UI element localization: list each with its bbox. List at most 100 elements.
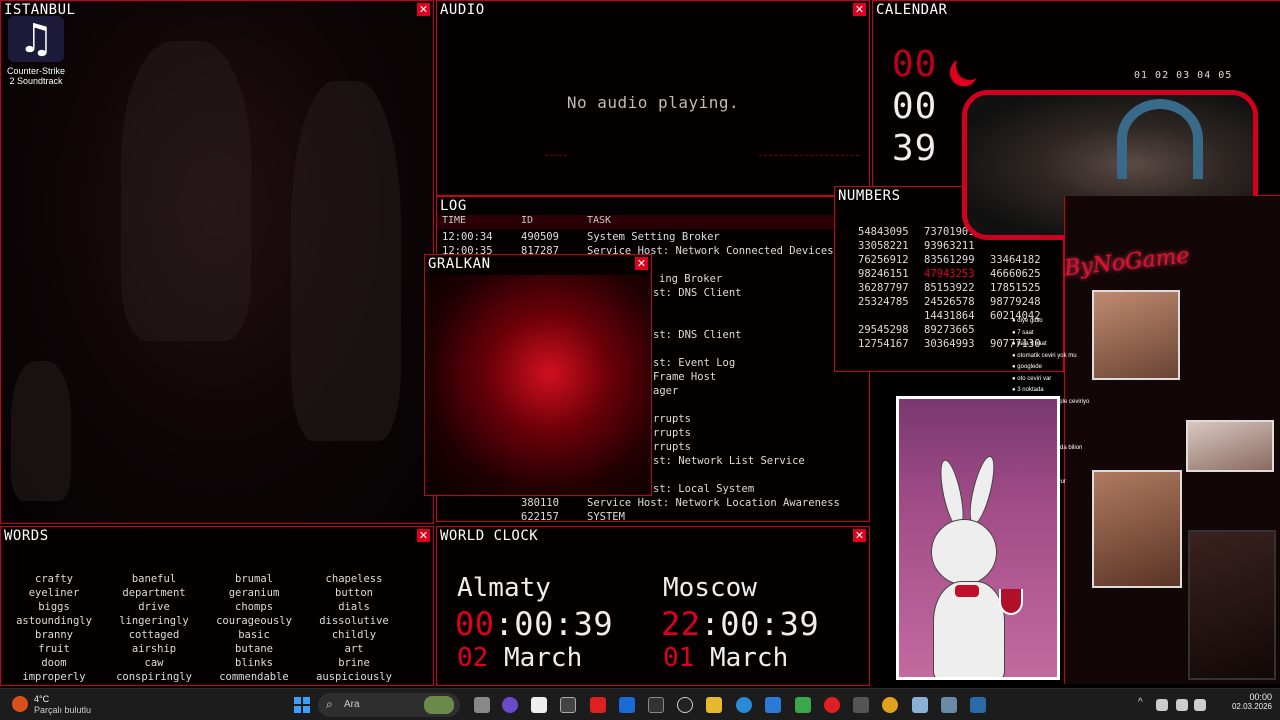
- desktop-shortcut[interactable]: ♫ Counter-Strike 2 Soundtrack: [4, 16, 68, 86]
- weather-temp: 4°C: [34, 694, 50, 704]
- word-item: chomps: [235, 601, 273, 613]
- words-title: WORDS: [4, 528, 49, 544]
- city-hour: 22: [661, 605, 701, 643]
- youtube-icon[interactable]: [590, 697, 606, 713]
- log-time: 12:00:34: [442, 231, 493, 243]
- clock-time: 00:00: [1249, 692, 1272, 702]
- app-icon[interactable]: [853, 697, 869, 713]
- video-figure: [121, 41, 251, 341]
- log-task: Service Host: Network Location Awareness: [587, 497, 840, 509]
- search-placeholder: Ara: [344, 699, 360, 710]
- city-time-rest: :00:39: [700, 605, 820, 643]
- log-task: rrupts: [653, 441, 691, 453]
- app-icon[interactable]: [531, 697, 547, 713]
- tray-app-icon[interactable]: [1156, 699, 1168, 711]
- wine-glass-icon: [999, 589, 1023, 615]
- weather-cloud-icon: [12, 696, 28, 712]
- number-cell: 83561299: [924, 254, 975, 266]
- close-icon[interactable]: ✕: [417, 529, 430, 542]
- app-icon[interactable]: [795, 697, 811, 713]
- calendar-title: CALENDAR: [876, 2, 948, 18]
- close-icon[interactable]: ✕: [635, 257, 648, 270]
- city-month: March: [709, 643, 789, 673]
- word-item: fruit: [38, 643, 70, 655]
- number-cell: 12754167: [858, 338, 909, 350]
- close-icon[interactable]: ✕: [417, 3, 430, 16]
- network-icon[interactable]: [1176, 699, 1188, 711]
- word-item: button: [335, 587, 373, 599]
- number-cell: 30364993: [924, 338, 975, 350]
- task-view-icon[interactable]: [474, 697, 490, 713]
- world-clock-title: WORLD CLOCK: [440, 528, 539, 544]
- file-explorer-icon[interactable]: [706, 697, 722, 713]
- app-icon[interactable]: [648, 697, 664, 713]
- audio-visualizer: [545, 155, 567, 156]
- bugs-bunny-poster: [896, 396, 1060, 680]
- log-id: 380110: [521, 497, 559, 509]
- camera-feed: [427, 275, 649, 493]
- number-cell: 24526578: [924, 296, 975, 308]
- log-task: st: Network List Service: [653, 455, 805, 467]
- word-item: blinks: [235, 657, 273, 669]
- log-task: ager: [653, 385, 679, 397]
- number-cell: 36287797: [858, 282, 909, 294]
- word-item: chapeless: [325, 573, 383, 585]
- opera-icon[interactable]: [824, 697, 840, 713]
- log-task: st: Event Log: [653, 357, 736, 369]
- app-icon[interactable]: [912, 697, 928, 713]
- weather-widget[interactable]: 4°C Parçalı bulutlu: [10, 693, 110, 717]
- log-col-time: TIME: [442, 215, 467, 226]
- gralkan-camera-window[interactable]: GRALKAN ✕: [424, 254, 652, 496]
- chrome-icon[interactable]: [882, 697, 898, 713]
- city-name: Almaty: [457, 573, 551, 603]
- taskbar-clock[interactable]: 00:00 02.03.2026: [1216, 692, 1272, 711]
- bow-tie-icon: [955, 585, 979, 597]
- word-item: improperly: [22, 671, 86, 683]
- number-cell: 98779248: [990, 296, 1041, 308]
- log-id: 622157: [521, 511, 559, 522]
- log-task: st: DNS Client: [653, 287, 742, 299]
- steam-icon[interactable]: [677, 697, 693, 713]
- chat-message: ● otomatik ceviri yok mu: [1012, 352, 1077, 359]
- audio-visualizer: [759, 155, 859, 156]
- app-icon[interactable]: [765, 697, 781, 713]
- taskbar-search[interactable]: ⌕ Ara: [318, 693, 460, 717]
- calendar-days: 01 02 03 04 05: [1134, 70, 1233, 81]
- tray-chevron-icon[interactable]: ^: [1138, 697, 1143, 708]
- log-task: rrupts: [653, 413, 691, 425]
- app-icon[interactable]: [970, 697, 986, 713]
- close-icon[interactable]: ✕: [853, 3, 866, 16]
- close-icon[interactable]: ✕: [853, 529, 866, 542]
- word-item: dials: [338, 601, 370, 613]
- number-cell: 25324785: [858, 296, 909, 308]
- discord-icon[interactable]: [502, 697, 518, 713]
- city-date: 02 March: [457, 643, 582, 673]
- edge-icon[interactable]: [736, 697, 752, 713]
- app-icon[interactable]: [619, 697, 635, 713]
- log-col-id: ID: [521, 215, 534, 226]
- word-item: butane: [235, 643, 273, 655]
- volume-icon[interactable]: [1194, 699, 1206, 711]
- overlay-photo: [1186, 420, 1274, 472]
- city-time: 22:00:39: [661, 605, 819, 643]
- word-item: courageously: [216, 615, 292, 627]
- word-item: childly: [331, 629, 377, 641]
- city-hour: 00: [455, 605, 495, 643]
- chat-message: ● diye gidio: [1012, 318, 1043, 324]
- log-task: st: Local System: [653, 483, 755, 495]
- settings-icon[interactable]: [941, 697, 957, 713]
- windows-start-icon[interactable]: [294, 697, 310, 713]
- log-task: rrupts: [653, 427, 691, 439]
- store-icon[interactable]: [560, 697, 576, 713]
- word-item: astoundingly: [16, 615, 92, 627]
- log-row: 622157 SYSTEM: [437, 511, 869, 522]
- word-item: airship: [131, 643, 177, 655]
- words-panel: WORDS ✕ crafty eyeliner biggs astoundingly b…: [0, 526, 434, 686]
- calendar-seconds: 39: [892, 128, 938, 169]
- audio-panel: AUDIO ✕ No audio playing.: [436, 0, 870, 196]
- log-task: System Setting Broker: [587, 231, 720, 243]
- city-day: 02: [457, 643, 489, 673]
- bunny-ear: [964, 453, 1000, 527]
- number-cell: 85153922: [924, 282, 975, 294]
- word-item: auspiciously: [316, 671, 392, 683]
